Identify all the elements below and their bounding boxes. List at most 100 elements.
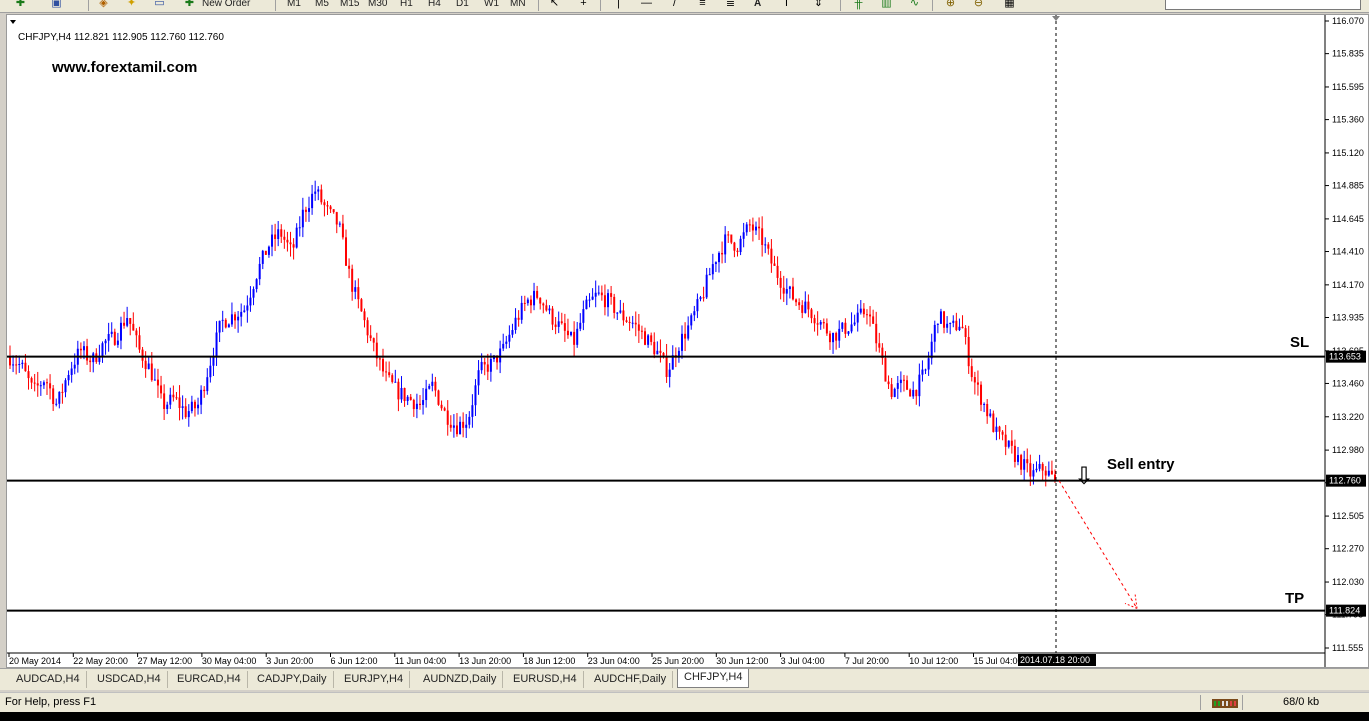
navigator-icon[interactable]: ✦ <box>125 0 138 10</box>
candle-body <box>727 234 730 236</box>
candle-body <box>566 330 569 336</box>
candle-body <box>628 321 631 323</box>
candle-body <box>939 311 942 324</box>
candle-body <box>822 322 825 324</box>
tab-audchf[interactable]: AUDCHF,Daily <box>588 671 674 688</box>
candle-body <box>209 365 212 378</box>
candle-body <box>819 322 822 325</box>
market-watch-icon[interactable]: ◈ <box>97 0 110 10</box>
candle-body <box>483 361 486 365</box>
tf-m1-button[interactable]: M1 <box>287 0 301 11</box>
x-tick-label: 20 May 2014 <box>9 656 61 666</box>
candle-body <box>471 405 474 417</box>
tf-h1-button[interactable]: H1 <box>400 0 413 11</box>
candle-body <box>126 317 129 326</box>
line-chart-icon[interactable]: ∿ <box>908 0 921 10</box>
candle-body <box>884 358 887 382</box>
candle-body <box>946 323 949 328</box>
terminal-icon[interactable]: ▭ <box>153 0 166 10</box>
tf-mn-button[interactable]: MN <box>510 0 526 11</box>
price-chart[interactable]: 116.070 115.835 115.595 115.360 115.120 114.8… <box>7 15 1368 667</box>
tf-h4-button[interactable]: H4 <box>428 0 441 11</box>
candle-body <box>480 361 483 371</box>
candle-body <box>918 374 921 397</box>
tf-m30-button[interactable]: M30 <box>368 0 387 11</box>
candle-body <box>452 425 455 428</box>
candle-body <box>983 403 986 405</box>
tile-windows-icon[interactable]: ▦ <box>1003 0 1016 10</box>
candle-body <box>98 357 101 362</box>
x-tick-label: 7 Jul 20:00 <box>845 656 889 666</box>
candle-body <box>227 324 230 328</box>
tab-audcad[interactable]: AUDCAD,H4 <box>10 671 87 688</box>
candle-body <box>742 232 745 239</box>
vertical-line-icon[interactable]: | <box>612 0 625 10</box>
y-tick-label: 114.645 <box>1332 214 1364 224</box>
candle-body <box>736 250 739 253</box>
crosshair-icon[interactable]: + <box>577 0 590 10</box>
arrows-icon[interactable]: ⇕ <box>812 0 825 10</box>
tab-eurcad[interactable]: EURCAD,H4 <box>171 671 248 688</box>
candle-body <box>163 393 166 409</box>
tf-d1-button[interactable]: D1 <box>456 0 469 11</box>
candle-body <box>767 244 770 249</box>
y-tick-label: 112.980 <box>1332 445 1364 455</box>
x-tick-label: 3 Jul 04:00 <box>781 656 825 666</box>
profiles-icon[interactable]: ▣ <box>50 0 63 10</box>
candle-body <box>1035 468 1038 471</box>
candle-body <box>332 209 335 213</box>
zoom-out-icon[interactable]: ⊖ <box>972 0 985 10</box>
horizontal-line-icon[interactable]: — <box>640 0 653 10</box>
tab-chfjpy[interactable]: CHFJPY,H4 <box>677 669 750 688</box>
candle-body <box>240 311 243 317</box>
candle-body <box>372 338 375 343</box>
trendline-icon[interactable]: / <box>668 0 681 10</box>
candle-body <box>329 206 332 210</box>
tab-audnzd[interactable]: AUDNZD,Daily <box>417 671 504 688</box>
text-label-icon[interactable]: T <box>780 0 793 10</box>
equidistant-channel-icon[interactable]: ≡ <box>696 0 709 10</box>
candle-body <box>455 425 458 435</box>
cursor-icon[interactable]: ↖ <box>548 0 561 10</box>
tab-eurusd[interactable]: EURUSD,H4 <box>507 671 584 688</box>
candlestick-icon[interactable]: ▥ <box>880 0 893 10</box>
tab-cadjpy[interactable]: CADJPY,Daily <box>251 671 334 688</box>
new-order-button[interactable]: New Order <box>202 0 250 11</box>
tab-usdcad[interactable]: USDCAD,H4 <box>91 671 168 688</box>
candle-body <box>622 310 625 321</box>
candle-body <box>872 316 875 324</box>
text-tool-button[interactable]: A <box>754 0 761 11</box>
y-tick-label: 114.885 <box>1332 181 1364 191</box>
candle-body <box>385 371 388 373</box>
search-input[interactable] <box>1165 0 1361 10</box>
candle-body <box>554 324 557 327</box>
candle-body <box>862 308 865 315</box>
x-tick-label: 27 May 12:00 <box>138 656 193 666</box>
zoom-in-icon[interactable]: ⊕ <box>944 0 957 10</box>
y-tick-label: 115.120 <box>1332 148 1364 158</box>
tab-eurjpy[interactable]: EURJPY,H4 <box>338 671 411 688</box>
candle-body <box>15 364 18 366</box>
tf-m5-button[interactable]: M5 <box>315 0 329 11</box>
candle-body <box>585 299 588 310</box>
candle-body <box>998 426 1001 432</box>
new-order-icon[interactable]: ✚ <box>183 0 196 10</box>
candle-body <box>1050 470 1053 475</box>
candle-body <box>184 406 187 418</box>
candle-body <box>828 333 831 343</box>
candle-body <box>425 388 428 401</box>
y-tick-label: 112.270 <box>1332 544 1364 554</box>
candle-body <box>711 264 714 275</box>
candle-body <box>502 343 505 349</box>
projection-arrow-line <box>1058 480 1138 609</box>
candle-body <box>989 413 992 417</box>
bar-chart-icon[interactable]: ╫ <box>852 0 865 10</box>
candle-body <box>986 403 989 417</box>
tf-m15-button[interactable]: M15 <box>340 0 359 11</box>
chart-window[interactable]: 116.070 115.835 115.595 115.360 115.120 114.8… <box>6 14 1369 668</box>
candle-body <box>890 384 893 397</box>
fibonacci-icon[interactable]: ≣ <box>724 0 737 10</box>
tf-w1-button[interactable]: W1 <box>484 0 499 11</box>
new-chart-icon[interactable]: ✚ <box>14 0 27 10</box>
candle-body <box>215 332 218 358</box>
